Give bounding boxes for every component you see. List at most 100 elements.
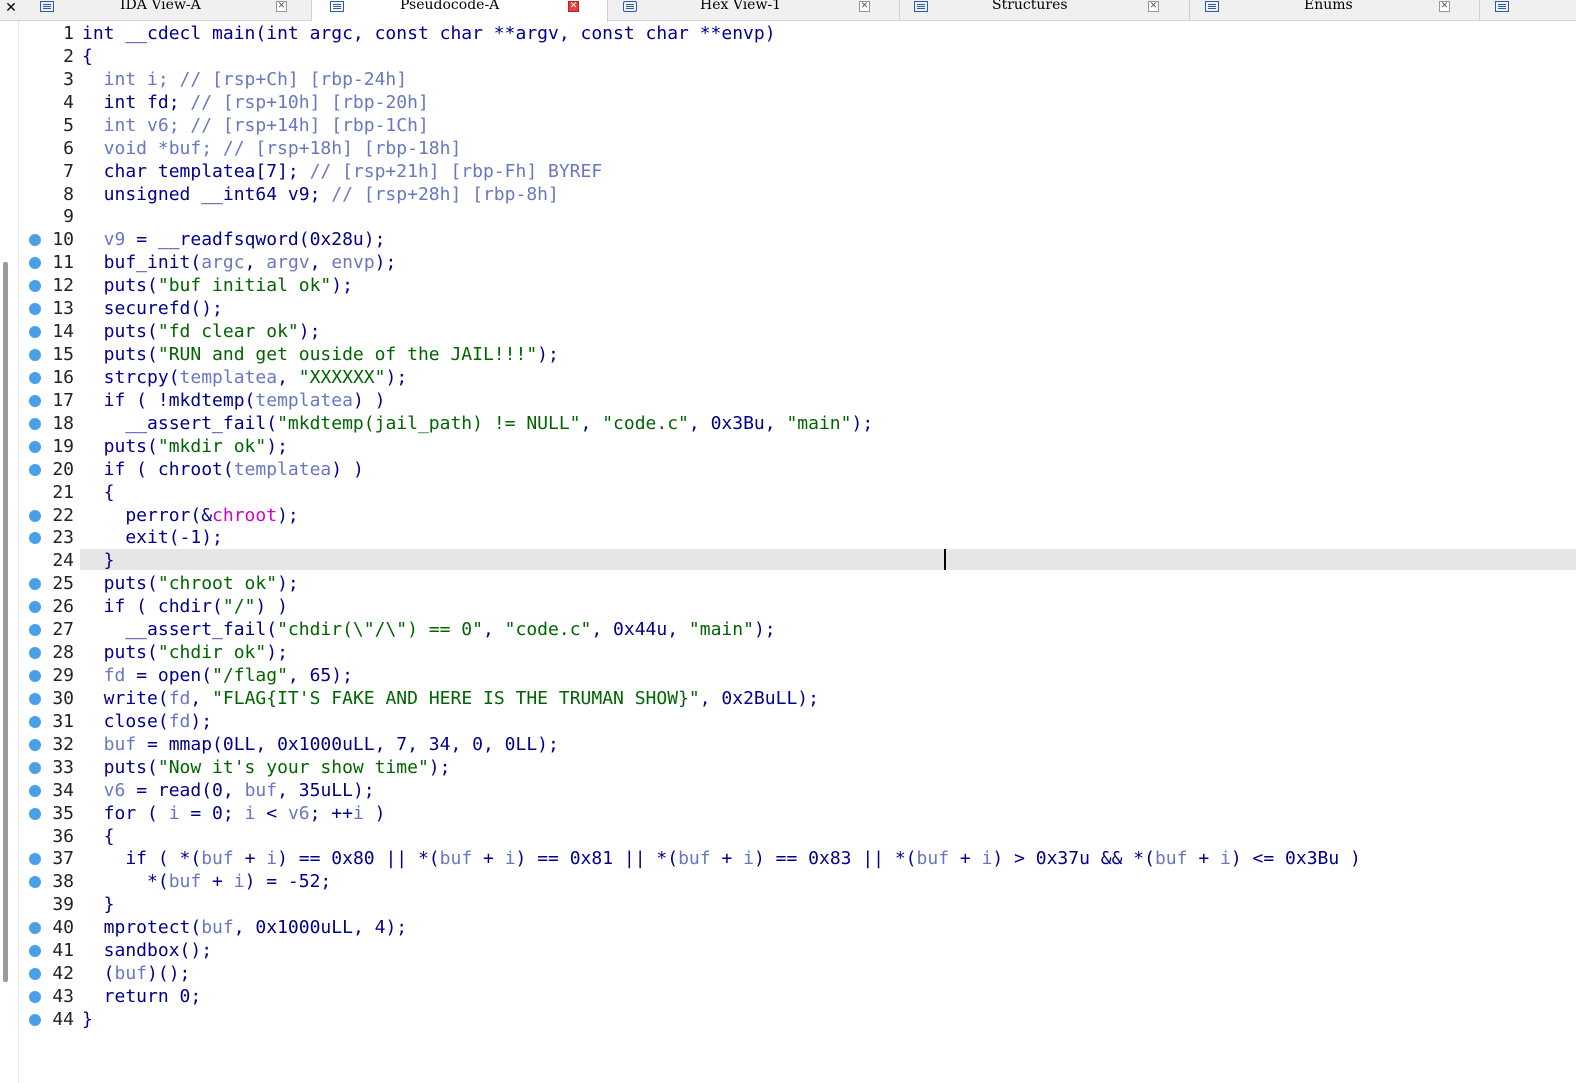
code-text[interactable]: __assert_fail("chdir(\"/\") == 0", "code…: [82, 618, 775, 641]
code-text[interactable]: }: [82, 549, 115, 572]
code-line[interactable]: 32 buf = mmap(0LL, 0x1000uLL, 7, 34, 0, …: [0, 733, 1576, 756]
code-line[interactable]: 13 securefd();: [0, 297, 1576, 320]
code-text[interactable]: int __cdecl main(int argc, const char **…: [82, 22, 776, 45]
code-line[interactable]: 39 }: [0, 893, 1576, 916]
code-text[interactable]: buf_init(argc, argv, envp);: [82, 251, 397, 274]
code-text[interactable]: puts("RUN and get ouside of the JAIL!!!"…: [82, 343, 559, 366]
code-text[interactable]: v6 = read(0, buf, 35uLL);: [82, 779, 375, 802]
code-line[interactable]: 41 sandbox();: [0, 939, 1576, 962]
code-text[interactable]: mprotect(buf, 0x1000uLL, 4);: [82, 916, 407, 939]
code-line[interactable]: 40 mprotect(buf, 0x1000uLL, 4);: [0, 916, 1576, 939]
code-text[interactable]: if ( chdir("/") ): [82, 595, 288, 618]
code-line[interactable]: 19 puts("mkdir ok");: [0, 435, 1576, 458]
code-line[interactable]: 4 int fd; // [rsp+10h] [rbp-20h]: [0, 91, 1576, 114]
code-line[interactable]: 36 {: [0, 825, 1576, 848]
code-line[interactable]: 17 if ( !mkdtemp(templatea) ): [0, 389, 1576, 412]
code-text[interactable]: puts("mkdir ok");: [82, 435, 288, 458]
code-line[interactable]: 27 __assert_fail("chdir(\"/\") == 0", "c…: [0, 618, 1576, 641]
tab-close-icon[interactable]: ✕: [568, 1, 579, 12]
code-text[interactable]: puts("chdir ok");: [82, 641, 288, 664]
code-line[interactable]: 26 if ( chdir("/") ): [0, 595, 1576, 618]
code-line[interactable]: 42 (buf)();: [0, 962, 1576, 985]
tab-close-icon[interactable]: ✕: [859, 1, 870, 12]
tab-ida-view[interactable]: IDA View-A ✕: [22, 0, 312, 20]
code-text[interactable]: fd = open("/flag", 65);: [82, 664, 353, 687]
code-line[interactable]: 2{: [0, 45, 1576, 68]
code-line[interactable]: 16 strcpy(templatea, "XXXXXX");: [0, 366, 1576, 389]
code-line[interactable]: 21 {: [0, 481, 1576, 504]
code-text[interactable]: }: [82, 893, 115, 916]
code-text[interactable]: return 0;: [82, 985, 202, 1008]
code-line[interactable]: 8 unsigned __int64 v9; // [rsp+28h] [rbp…: [0, 183, 1576, 206]
code-text[interactable]: int i; // [rsp+Ch] [rbp-24h]: [82, 68, 407, 91]
code-text[interactable]: puts("fd clear ok");: [82, 320, 321, 343]
code-line[interactable]: 44}: [0, 1008, 1576, 1031]
code-line[interactable]: 6 void *buf; // [rsp+18h] [rbp-18h]: [0, 137, 1576, 160]
code-text[interactable]: buf = mmap(0LL, 0x1000uLL, 7, 34, 0, 0LL…: [82, 733, 559, 756]
tab-pseudocode[interactable]: Pseudocode-A ✕: [312, 0, 608, 22]
code-line[interactable]: 18 __assert_fail("mkdtemp(jail_path) != …: [0, 412, 1576, 435]
code-text[interactable]: puts("Now it's your show time");: [82, 756, 451, 779]
code-line[interactable]: 34 v6 = read(0, buf, 35uLL);: [0, 779, 1576, 802]
code-text[interactable]: perror(&chroot);: [82, 504, 298, 527]
tab-close-icon[interactable]: ✕: [276, 1, 287, 12]
code-line[interactable]: 22 perror(&chroot);: [0, 504, 1576, 527]
code-text[interactable]: exit(-1);: [82, 526, 223, 549]
tab-hex-view[interactable]: Hex View-1 ✕: [608, 0, 900, 20]
code-text[interactable]: sandbox();: [82, 939, 212, 962]
code-text[interactable]: char templatea[7]; // [rsp+21h] [rbp-Fh]…: [82, 160, 603, 183]
code-text[interactable]: strcpy(templatea, "XXXXXX");: [82, 366, 408, 389]
code-text[interactable]: int v6; // [rsp+14h] [rbp-1Ch]: [82, 114, 429, 137]
tab-close-icon[interactable]: ✕: [1148, 1, 1159, 12]
code-line[interactable]: 7 char templatea[7]; // [rsp+21h] [rbp-F…: [0, 160, 1576, 183]
tab-more[interactable]: [1480, 0, 1576, 20]
code-text[interactable]: {: [82, 45, 93, 68]
code-line[interactable]: 11 buf_init(argc, argv, envp);: [0, 251, 1576, 274]
code-text[interactable]: if ( *(buf + i) == 0x80 || *(buf + i) ==…: [82, 847, 1361, 870]
code-text[interactable]: unsigned __int64 v9; // [rsp+28h] [rbp-8…: [82, 183, 559, 206]
code-line[interactable]: 35 for ( i = 0; i < v6; ++i ): [0, 802, 1576, 825]
code-line[interactable]: 37 if ( *(buf + i) == 0x80 || *(buf + i)…: [0, 847, 1576, 870]
code-line[interactable]: 20 if ( chroot(templatea) ): [0, 458, 1576, 481]
code-line[interactable]: 29 fd = open("/flag", 65);: [0, 664, 1576, 687]
code-text[interactable]: }: [82, 1008, 93, 1031]
code-text[interactable]: void *buf; // [rsp+18h] [rbp-18h]: [82, 137, 462, 160]
code-line[interactable]: 9: [0, 205, 1576, 228]
code-line[interactable]: 23 exit(-1);: [0, 526, 1576, 549]
code-line[interactable]: 31 close(fd);: [0, 710, 1576, 733]
code-text[interactable]: securefd();: [82, 297, 223, 320]
code-text[interactable]: puts("buf initial ok");: [82, 274, 353, 297]
code-line[interactable]: 15 puts("RUN and get ouside of the JAIL!…: [0, 343, 1576, 366]
code-text[interactable]: *(buf + i) = -52;: [82, 870, 331, 893]
code-line[interactable]: 25 puts("chroot ok");: [0, 572, 1576, 595]
code-line[interactable]: 14 puts("fd clear ok");: [0, 320, 1576, 343]
code-line[interactable]: 24 }: [0, 549, 1576, 572]
code-text[interactable]: int fd; // [rsp+10h] [rbp-20h]: [82, 91, 429, 114]
code-text[interactable]: {: [82, 825, 115, 848]
code-text[interactable]: (buf)();: [82, 962, 191, 985]
line-number: 11: [52, 252, 74, 274]
code-line[interactable]: 3 int i; // [rsp+Ch] [rbp-24h]: [0, 68, 1576, 91]
code-line[interactable]: 30 write(fd, "FLAG{IT'S FAKE AND HERE IS…: [0, 687, 1576, 710]
code-line[interactable]: 5 int v6; // [rsp+14h] [rbp-1Ch]: [0, 114, 1576, 137]
code-line[interactable]: 38 *(buf + i) = -52;: [0, 870, 1576, 893]
code-line[interactable]: 10 v9 = __readfsqword(0x28u);: [0, 228, 1576, 251]
tab-structures[interactable]: Structures ✕: [900, 0, 1190, 20]
code-text[interactable]: if ( chroot(templatea) ): [82, 458, 364, 481]
code-text[interactable]: if ( !mkdtemp(templatea) ): [82, 389, 386, 412]
code-text[interactable]: {: [82, 481, 115, 504]
code-text[interactable]: puts("chroot ok");: [82, 572, 299, 595]
code-line[interactable]: 33 puts("Now it's your show time");: [0, 756, 1576, 779]
code-text[interactable]: v9 = __readfsqword(0x28u);: [82, 228, 386, 251]
code-text[interactable]: __assert_fail("mkdtemp(jail_path) != NUL…: [82, 412, 873, 435]
code-line[interactable]: 12 puts("buf initial ok");: [0, 274, 1576, 297]
tab-close-icon[interactable]: ✕: [1439, 1, 1450, 12]
code-line[interactable]: 1 int __cdecl main(int argc, const char *…: [0, 22, 1576, 45]
code-text[interactable]: close(fd);: [82, 710, 212, 733]
code-text[interactable]: for ( i = 0; i < v6; ++i ): [82, 802, 386, 825]
code-line[interactable]: 43 return 0;: [0, 985, 1576, 1008]
tab-enums[interactable]: Enums ✕: [1190, 0, 1480, 20]
code-text[interactable]: write(fd, "FLAG{IT'S FAKE AND HERE IS TH…: [82, 687, 819, 710]
close-icon[interactable]: ✕: [0, 0, 22, 20]
code-line[interactable]: 28 puts("chdir ok");: [0, 641, 1576, 664]
